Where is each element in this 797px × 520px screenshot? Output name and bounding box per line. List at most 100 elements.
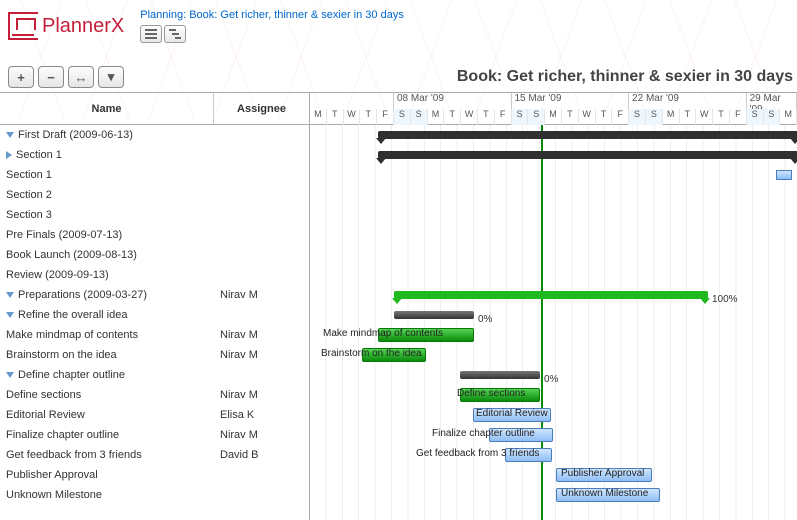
- week-cell: 22 Mar '09: [629, 93, 747, 109]
- view-list-icon[interactable]: [140, 25, 162, 43]
- task-assignee: Elisa K: [214, 409, 309, 421]
- disclosure-icon[interactable]: [6, 132, 14, 138]
- week-cell: 29 Mar '09: [747, 93, 797, 109]
- task-row[interactable]: Section 1: [0, 165, 309, 185]
- task-row[interactable]: Section 1: [0, 145, 309, 165]
- task-label: Section 1: [16, 149, 62, 161]
- bar-define-sections[interactable]: Define sections: [460, 388, 540, 402]
- task-row[interactable]: First Draft (2009-06-13): [0, 125, 309, 145]
- week-cell: 15 Mar '09: [512, 93, 630, 109]
- task-label: Section 1: [6, 169, 52, 181]
- bar-finalize[interactable]: Finalize chapter outline: [489, 428, 553, 442]
- day-cell: F: [495, 109, 512, 125]
- pct-label: 0%: [544, 374, 558, 385]
- bar-label: Unknown Milestone: [561, 488, 648, 499]
- bar-brainstorm[interactable]: Brainstorm on the idea: [362, 348, 426, 362]
- day-cell: W: [696, 109, 713, 125]
- pct-label: 0%: [478, 314, 492, 325]
- task-row[interactable]: Publisher Approval: [0, 465, 309, 485]
- task-row[interactable]: Pre Finals (2009-07-13): [0, 225, 309, 245]
- bar-unknown[interactable]: Unknown Milestone: [556, 488, 660, 502]
- disclosure-icon[interactable]: [6, 312, 14, 318]
- week-cell: [310, 93, 394, 109]
- day-cell: S: [512, 109, 529, 125]
- task-assignee: Nirav M: [214, 349, 309, 361]
- bar-label: Make mindmap of contents: [323, 328, 443, 339]
- bar-editorial[interactable]: Editorial Review: [473, 408, 551, 422]
- task-row[interactable]: Make mindmap of contents Nirav M: [0, 325, 309, 345]
- day-cell: S: [629, 109, 646, 125]
- task-row[interactable]: Get feedback from 3 friends David B: [0, 445, 309, 465]
- task-row[interactable]: Section 2: [0, 185, 309, 205]
- task-label: Section 2: [6, 189, 52, 201]
- task-assignee: David B: [214, 449, 309, 461]
- task-label: First Draft (2009-06-13): [18, 129, 133, 141]
- bar-refine[interactable]: 0%: [394, 311, 474, 319]
- app-logo: PlannerX: [8, 12, 124, 40]
- day-cell: S: [528, 109, 545, 125]
- day-cell: S: [764, 109, 781, 125]
- task-label: Pre Finals (2009-07-13): [6, 229, 122, 241]
- task-row[interactable]: Review (2009-09-13): [0, 265, 309, 285]
- task-row[interactable]: Brainstorm on the ideaNirav M: [0, 345, 309, 365]
- view-gantt-icon[interactable]: [164, 25, 186, 43]
- column-header-assignee[interactable]: Assignee: [214, 93, 309, 124]
- task-row[interactable]: Finalize chapter outlineNirav M: [0, 425, 309, 445]
- task-row[interactable]: Define chapter outline: [0, 365, 309, 385]
- task-tree[interactable]: First Draft (2009-06-13) Section 1 Section…: [0, 125, 309, 520]
- bar-section1-summary[interactable]: 0%: [378, 151, 797, 159]
- day-cell: W: [461, 109, 478, 125]
- day-cell: T: [713, 109, 730, 125]
- column-header-name[interactable]: Name: [0, 93, 214, 124]
- task-assignee: Nirav M: [214, 329, 309, 341]
- day-cell: F: [377, 109, 394, 125]
- more-button[interactable]: ▾: [98, 66, 124, 88]
- task-label: Make mindmap of contents: [6, 329, 138, 341]
- bar-label: Get feedback from 3 friends: [416, 448, 539, 459]
- task-row[interactable]: Preparations (2009-03-27) Nirav M: [0, 285, 309, 305]
- bar-feedback[interactable]: Get feedback from 3 friends: [505, 448, 552, 462]
- task-label: Finalize chapter outline: [6, 429, 119, 441]
- bar-label: Editorial Review: [476, 408, 548, 419]
- disclosure-icon[interactable]: [6, 292, 14, 298]
- day-cell: S: [646, 109, 663, 125]
- task-row[interactable]: Section 3: [0, 205, 309, 225]
- pct-label: 100%: [712, 294, 738, 305]
- app-name: PlannerX: [42, 15, 124, 38]
- gantt-rows[interactable]: 0% 100% 0% Make mindmap of contents Brai…: [310, 125, 797, 505]
- task-assignee: Nirav M: [214, 289, 309, 301]
- task-row[interactable]: Editorial ReviewElisa K: [0, 405, 309, 425]
- task-label: Preparations (2009-03-27): [18, 289, 147, 301]
- project-title: Book: Get richer, thinner & sexier in 30…: [310, 66, 797, 88]
- day-cell: S: [411, 109, 428, 125]
- add-button[interactable]: +: [8, 66, 34, 88]
- day-cell: M: [780, 109, 797, 125]
- bar-publisher[interactable]: Publisher Approval: [556, 468, 652, 482]
- task-label: Get feedback from 3 friends: [6, 449, 142, 461]
- task-assignee: Nirav M: [214, 389, 309, 401]
- task-label: Refine the overall idea: [18, 309, 127, 321]
- task-label: Unknown Milestone: [6, 489, 102, 501]
- expand-button[interactable]: ↔: [68, 66, 94, 88]
- bar-preparations[interactable]: 100%: [394, 291, 708, 299]
- disclosure-icon[interactable]: [6, 151, 12, 159]
- day-cell: F: [612, 109, 629, 125]
- timeline-days: MTWTFSSMTWTFSSMTWTFSSMTWTFSSM: [310, 109, 797, 125]
- day-cell: S: [394, 109, 411, 125]
- task-row[interactable]: Define sectionsNirav M: [0, 385, 309, 405]
- remove-button[interactable]: −: [38, 66, 64, 88]
- day-cell: M: [310, 109, 327, 125]
- bar-section1b[interactable]: [776, 170, 792, 180]
- task-label: Publisher Approval: [6, 469, 98, 481]
- task-row[interactable]: Unknown Milestone: [0, 485, 309, 505]
- bar-first-draft[interactable]: [378, 131, 797, 139]
- day-cell: T: [444, 109, 461, 125]
- week-cell: 08 Mar '09: [394, 93, 512, 109]
- task-row[interactable]: Book Launch (2009-08-13): [0, 245, 309, 265]
- bar-define-outline[interactable]: 0%: [460, 371, 540, 379]
- day-cell: S: [747, 109, 764, 125]
- day-cell: T: [327, 109, 344, 125]
- bar-mindmap[interactable]: Make mindmap of contents: [378, 328, 474, 342]
- task-row[interactable]: Refine the overall idea: [0, 305, 309, 325]
- disclosure-icon[interactable]: [6, 372, 14, 378]
